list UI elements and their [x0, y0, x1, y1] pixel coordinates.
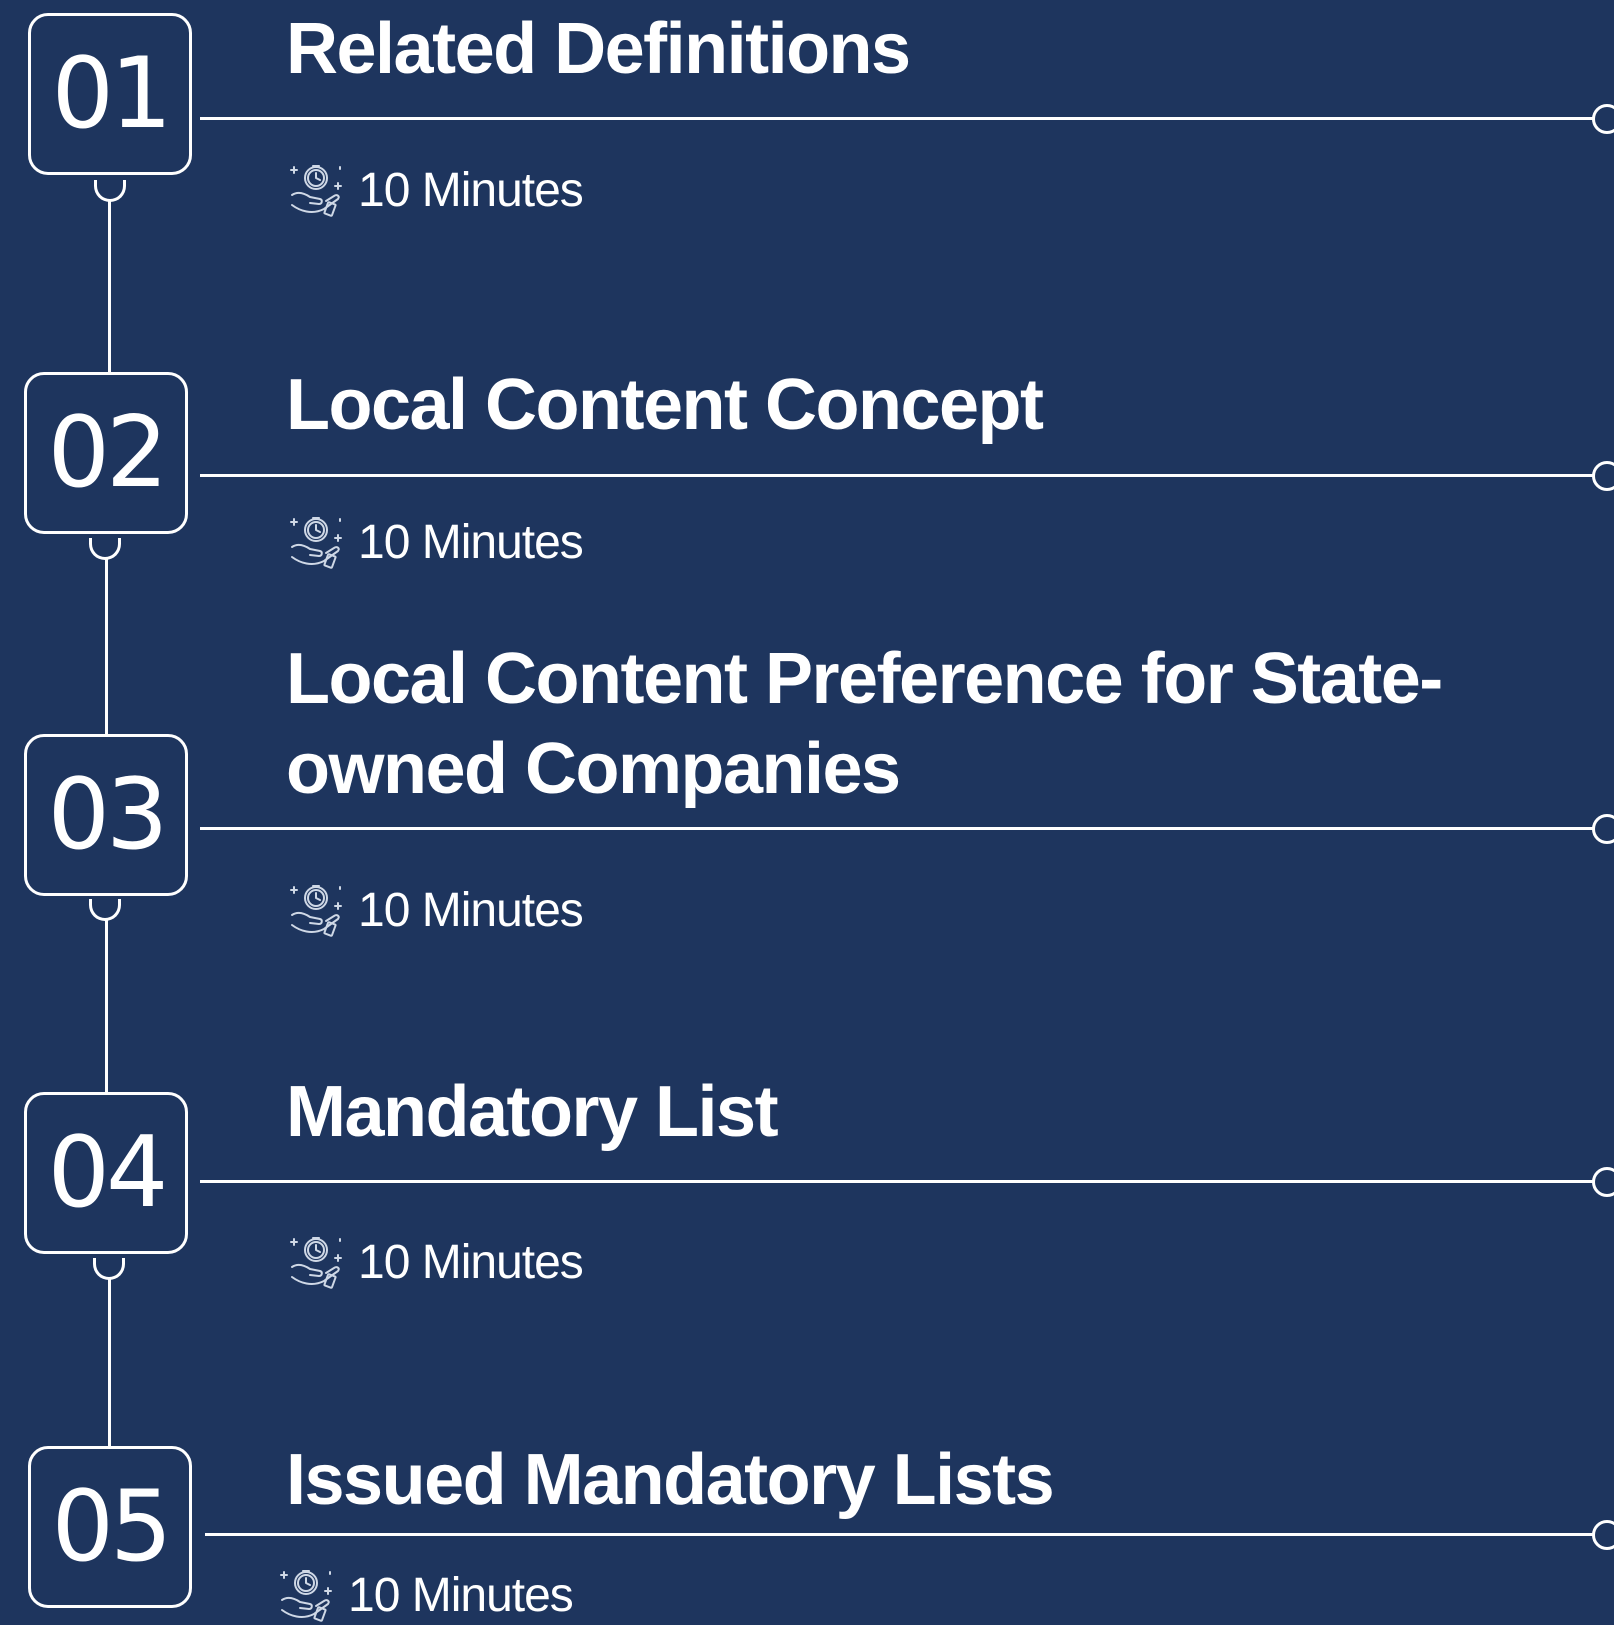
step-connector-knob: [89, 899, 121, 921]
step-duration-label: 10 Minutes: [358, 515, 584, 569]
step-number-box: 05: [28, 1446, 192, 1608]
step-divider-line: [205, 1533, 1598, 1536]
clock-hand-icon: [290, 165, 342, 217]
step-line-end-circle: [1592, 461, 1614, 491]
step-connector-knob: [89, 538, 121, 560]
step-title: Issued Mandatory Lists: [286, 1440, 1055, 1520]
step-divider-line: [200, 827, 1598, 830]
step-line-end-circle: [1592, 814, 1614, 844]
clock-hand-icon: [290, 885, 342, 937]
step-number-box: 01: [28, 13, 192, 175]
step-title: Mandatory List: [286, 1072, 779, 1152]
step-line-end-circle: [1592, 104, 1614, 134]
step-title: Related Definitions: [286, 9, 911, 89]
step-duration-label: 10 Minutes: [348, 1568, 574, 1622]
clock-hand-icon: [280, 1570, 332, 1622]
connector-line-3-4: [105, 917, 108, 1093]
step-duration: 10 Minutes: [286, 880, 584, 940]
clock-hand-icon: [290, 1237, 342, 1289]
step-connector-knob: [93, 1258, 125, 1280]
step-duration-label: 10 Minutes: [358, 883, 584, 937]
step-line-end-circle: [1592, 1167, 1614, 1197]
step-divider-line: [200, 474, 1598, 477]
connector-line-2-3: [105, 556, 108, 734]
step-divider-line: [200, 1180, 1598, 1183]
step-divider-line: [200, 117, 1598, 120]
step-duration-label: 10 Minutes: [358, 163, 584, 217]
step-title: Local Content Concept: [286, 365, 1044, 445]
connector-line-1-2: [108, 200, 111, 372]
step-duration: 10 Minutes: [286, 160, 584, 220]
step-duration-label: 10 Minutes: [358, 1235, 584, 1289]
step-duration: 10 Minutes: [286, 1232, 584, 1292]
step-number-box: 04: [24, 1092, 188, 1254]
step-title: Local Content Preference for State-owned…: [286, 639, 1443, 809]
step-number-box: 03: [24, 734, 188, 896]
step-line-end-circle: [1592, 1520, 1614, 1550]
step-connector-knob: [94, 180, 126, 202]
step-number-box: 02: [24, 372, 188, 534]
clock-hand-icon: [290, 517, 342, 569]
step-duration: 10 Minutes: [276, 1565, 574, 1625]
step-duration: 10 Minutes: [286, 512, 584, 572]
connector-line-4-5: [108, 1270, 111, 1446]
